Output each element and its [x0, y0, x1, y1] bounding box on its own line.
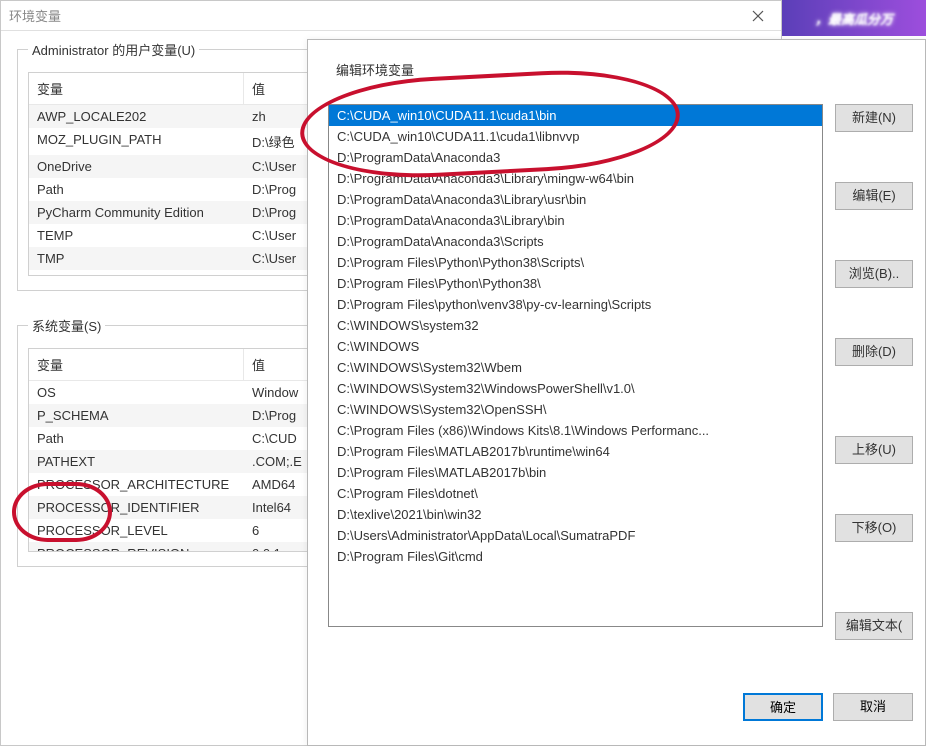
var-name: PyCharm Community Edition — [29, 201, 244, 224]
col-variable[interactable]: 变量 — [29, 73, 244, 104]
var-name: OneDrive — [29, 155, 244, 178]
list-item[interactable]: D:\ProgramData\Anaconda3 — [329, 147, 822, 168]
env-titlebar: 环境变量 — [1, 1, 781, 31]
list-item[interactable]: C:\WINDOWS — [329, 336, 822, 357]
new-button[interactable]: 新建(N) — [835, 104, 913, 132]
close-icon — [752, 10, 764, 22]
list-item[interactable]: D:\ProgramData\Anaconda3\Library\mingw-w… — [329, 168, 822, 189]
list-item[interactable]: C:\WINDOWS\System32\WindowsPowerShell\v1… — [329, 378, 822, 399]
list-item[interactable]: D:\ProgramData\Anaconda3\Scripts — [329, 231, 822, 252]
var-name: PROCESSOR_IDENTIFIER — [29, 496, 244, 519]
var-name: P_SCHEMA — [29, 404, 244, 427]
list-item[interactable]: D:\ProgramData\Anaconda3\Library\bin — [329, 210, 822, 231]
move-up-button[interactable]: 上移(U) — [835, 436, 913, 464]
var-name: MOZ_PLUGIN_PATH — [29, 128, 244, 155]
list-item[interactable]: D:\Program Files\MATLAB2017b\runtime\win… — [329, 441, 822, 462]
list-item[interactable]: D:\ProgramData\Anaconda3\Library\usr\bin — [329, 189, 822, 210]
list-item[interactable]: D:\Program Files\Python\Python38\Scripts… — [329, 252, 822, 273]
var-name: OS — [29, 381, 244, 404]
var-name: PROCESSOR_REVISION — [29, 542, 244, 551]
edit-cancel-button[interactable]: 取消 — [833, 693, 913, 721]
var-name: Path — [29, 427, 244, 450]
edit-text-button[interactable]: 编辑文本( — [835, 612, 913, 640]
var-name: AWP_LOCALE202 — [29, 105, 244, 128]
edit-footer: 确定 取消 — [733, 693, 913, 721]
list-item[interactable]: D:\Program Files\python\venv38\py-cv-lea… — [329, 294, 822, 315]
list-item[interactable]: C:\Program Files (x86)\Windows Kits\8.1\… — [329, 420, 822, 441]
list-item[interactable]: D:\Program Files\Git\cmd — [329, 546, 822, 567]
list-item[interactable]: D:\Users\Administrator\AppData\Local\Sum… — [329, 525, 822, 546]
var-name: PROCESSOR_ARCHITECTURE — [29, 473, 244, 496]
path-listbox[interactable]: C:\CUDA_win10\CUDA11.1\cuda1\binC:\CUDA_… — [328, 104, 823, 627]
edit-env-window: 编辑环境变量 C:\CUDA_win10\CUDA11.1\cuda1\binC… — [307, 39, 926, 746]
delete-button[interactable]: 删除(D) — [835, 338, 913, 366]
col-variable[interactable]: 变量 — [29, 349, 244, 380]
sys-vars-label: 系统变量(S) — [28, 316, 105, 335]
env-title: 环境变量 — [9, 6, 61, 25]
move-down-button[interactable]: 下移(O) — [835, 514, 913, 542]
list-item[interactable]: C:\WINDOWS\system32 — [329, 315, 822, 336]
edit-title: 编辑环境变量 — [336, 60, 414, 79]
edit-buttons: 新建(N) 编辑(E) 浏览(B).. 删除(D) 上移(U) 下移(O) 编辑… — [835, 104, 913, 634]
browse-button[interactable]: 浏览(B).. — [835, 260, 913, 288]
list-item[interactable]: D:\texlive\2021\bin\win32 — [329, 504, 822, 525]
var-name: PROCESSOR_LEVEL — [29, 519, 244, 542]
user-vars-label: Administrator 的用户变量(U) — [28, 40, 199, 59]
ad-text: ，最高瓜分万 — [815, 9, 893, 28]
var-name: PATHEXT — [29, 450, 244, 473]
var-name: TEMP — [29, 224, 244, 247]
list-item[interactable]: D:\Program Files\MATLAB2017b\bin — [329, 462, 822, 483]
list-item[interactable]: D:\Program Files\Python\Python38\ — [329, 273, 822, 294]
var-name: TMP — [29, 247, 244, 270]
edit-ok-button[interactable]: 确定 — [743, 693, 823, 721]
var-name: Path — [29, 178, 244, 201]
list-item[interactable]: C:\Program Files\dotnet\ — [329, 483, 822, 504]
list-item[interactable]: C:\WINDOWS\System32\Wbem — [329, 357, 822, 378]
list-item[interactable]: C:\CUDA_win10\CUDA11.1\cuda1\bin — [329, 105, 822, 126]
close-button[interactable] — [735, 1, 781, 31]
list-item[interactable]: C:\WINDOWS\System32\OpenSSH\ — [329, 399, 822, 420]
edit-button[interactable]: 编辑(E) — [835, 182, 913, 210]
list-item[interactable]: C:\CUDA_win10\CUDA11.1\cuda1\libnvvp — [329, 126, 822, 147]
ad-banner: ，最高瓜分万 — [782, 0, 926, 36]
